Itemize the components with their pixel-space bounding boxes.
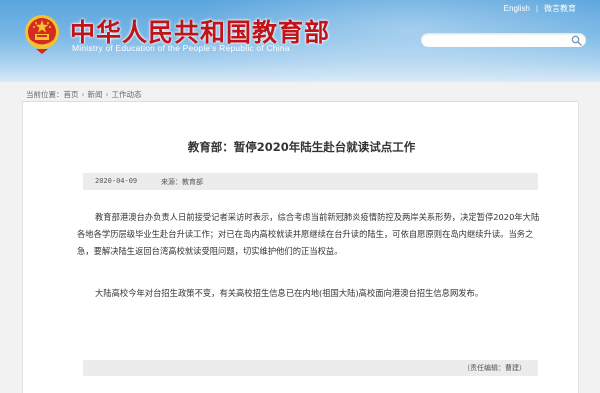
- article-panel: 教育部：暂停2020年陆生赴台就读试点工作 2020-04-09 来源：教育部 …: [22, 102, 579, 393]
- article-title: 教育部：暂停2020年陆生赴台就读试点工作: [187, 140, 416, 154]
- search-box: [421, 33, 586, 53]
- chevron-right-icon: ›: [105, 90, 109, 99]
- breadcrumb: 当前位置：首页 › 新闻 › 工作动态: [26, 89, 142, 100]
- article-meta-bar: 2020-04-09 来源：教育部: [83, 173, 538, 190]
- national-emblem-icon[interactable]: [23, 13, 61, 55]
- article-paragraph-text: 教育部港澳台办负责人日前接受记者采访时表示，综合考虑当前新冠肺炎疫情防控及两岸关…: [77, 212, 540, 256]
- site-header: 中华人民共和国教育部 Ministry of Education of the …: [0, 0, 600, 82]
- link-divider: |: [535, 4, 538, 13]
- breadcrumb-work-updates[interactable]: 工作动态: [112, 90, 142, 99]
- breadcrumb-home[interactable]: 首页: [64, 90, 79, 99]
- article-source: 来源：教育部: [161, 178, 203, 186]
- article-paragraph-text: 大陆高校今年对台招生政策不变，有关高校招生信息已在内地(祖国大陆)高校面向港澳台…: [95, 288, 484, 298]
- responsible-editor: （责任编辑：曹建）: [463, 364, 526, 372]
- site-subtitle: Ministry of Education of the People's Re…: [72, 43, 290, 53]
- weiyan-education-link[interactable]: 微言教育: [544, 3, 576, 14]
- breadcrumb-prefix: 当前位置：: [26, 90, 64, 99]
- article-paragraph: 大陆高校今年对台招生政策不变，有关高校招生信息已在内地(祖国大陆)高校面向港澳台…: [77, 285, 547, 302]
- chevron-right-icon: ›: [81, 90, 85, 99]
- search-icon[interactable]: [571, 35, 582, 46]
- top-links: English | 微言教育: [504, 3, 576, 14]
- article-paragraph: 教育部港澳台办负责人日前接受记者采访时表示，综合考虑当前新冠肺炎疫情防控及两岸关…: [77, 209, 547, 260]
- english-link[interactable]: English: [504, 4, 530, 13]
- editor-bar: （责任编辑：曹建）: [83, 360, 538, 376]
- search-input[interactable]: [421, 38, 561, 53]
- article-date: 2020-04-09: [95, 177, 138, 185]
- breadcrumb-news[interactable]: 新闻: [88, 90, 103, 99]
